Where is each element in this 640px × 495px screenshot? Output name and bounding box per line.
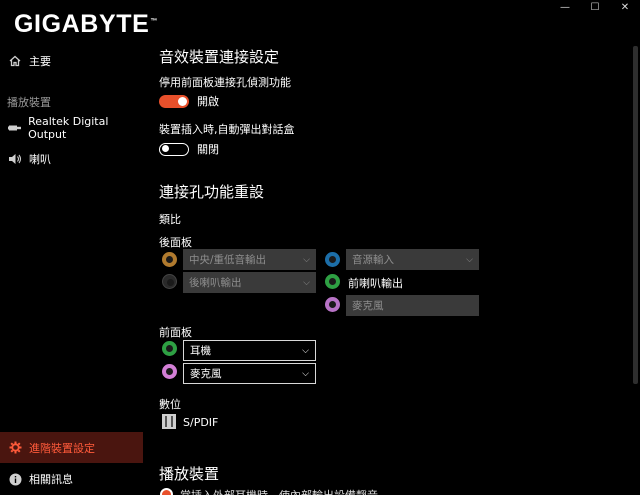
radio-button[interactable] <box>160 488 173 495</box>
sidebar-item-speaker[interactable]: 喇叭 <box>0 147 143 171</box>
sidebar-item-label: 相關訊息 <box>29 473 73 486</box>
rear-blue-dropdown: 音源輸入 ⌵ <box>346 249 479 270</box>
sidebar-item-home[interactable]: 主要 <box>0 49 143 73</box>
gear-icon <box>7 440 23 456</box>
front-green-dropdown[interactable]: 耳機 ⌵ <box>183 340 316 361</box>
digital-output-icon <box>7 120 22 136</box>
chevron-down-icon: ⌵ <box>302 368 309 379</box>
sidebar-item-label: 主要 <box>29 55 51 68</box>
section-title-device-connection: 音效裝置連接設定 <box>159 48 280 66</box>
green-jack-icon <box>325 274 340 289</box>
front-green-jack-icon <box>162 341 177 356</box>
black-jack-icon <box>162 274 177 289</box>
popup-state: 關閉 <box>197 143 219 156</box>
info-icon <box>7 471 23 487</box>
rear-black-dropdown: 後喇叭輸出 ⌵ <box>183 272 316 293</box>
rear-green-label: 前喇叭輸出 <box>348 277 403 290</box>
brand-logo: GIGABYTE™ <box>14 10 158 38</box>
section-title-jack-retasking: 連接孔功能重設 <box>159 183 265 201</box>
front-detect-toggle[interactable] <box>159 94 189 108</box>
speaker-icon <box>7 151 23 167</box>
popup-label: 裝置插入時,自動彈出對話盒 <box>159 123 295 136</box>
sidebar-item-label: 喇叭 <box>29 153 51 166</box>
chevron-down-icon: ⌵ <box>302 345 309 356</box>
front-panel-label: 前面板 <box>159 326 192 339</box>
sidebar-section-playback: 播放裝置 <box>7 96 51 109</box>
playback-option-label: 當插入外部耳機時，使內部輸出設備靜音。 <box>180 487 389 495</box>
orange-jack-icon <box>162 252 177 267</box>
spdif-icon <box>162 414 176 429</box>
sidebar-item-label: 進階裝置設定 <box>29 441 95 455</box>
digital-label: 數位 <box>159 398 181 411</box>
chevron-down-icon: ⌵ <box>303 277 310 288</box>
sidebar-item-advanced[interactable]: 進階裝置設定 <box>0 432 143 463</box>
front-detect-state: 開啟 <box>197 95 219 108</box>
home-icon <box>7 53 23 69</box>
blue-jack-icon <box>325 252 340 267</box>
chevron-down-icon: ⌵ <box>466 254 473 265</box>
rear-pink-dropdown: 麥克風 <box>346 295 479 316</box>
sidebar: GIGABYTE™ 主要 播放裝置 Realtek Digital Output… <box>0 0 157 495</box>
spdif-label: S/PDIF <box>183 416 219 429</box>
chevron-down-icon: ⌵ <box>303 254 310 265</box>
front-detect-toggle-row: 開啟 <box>159 93 219 109</box>
scrollbar-thumb[interactable] <box>633 46 638 384</box>
main-panel: 音效裝置連接設定 停用前面板連接孔偵測功能 開啟 裝置插入時,自動彈出對話盒 關… <box>159 0 629 495</box>
front-pink-dropdown[interactable]: 麥克風 ⌵ <box>183 363 316 384</box>
sidebar-item-about[interactable]: 相關訊息 <box>0 467 143 491</box>
sidebar-item-label: Realtek Digital Output <box>28 115 109 141</box>
rear-panel-label: 後面板 <box>159 236 192 249</box>
analog-label: 類比 <box>159 213 181 226</box>
front-pink-jack-icon <box>162 364 177 379</box>
popup-toggle[interactable] <box>159 142 189 156</box>
sidebar-item-realtek[interactable]: Realtek Digital Output <box>0 115 143 141</box>
popup-toggle-row: 關閉 <box>159 141 219 157</box>
front-detect-label: 停用前面板連接孔偵測功能 <box>159 76 291 89</box>
rear-orange-dropdown: 中央/重低音輸出 ⌵ <box>183 249 316 270</box>
pink-jack-icon <box>325 297 340 312</box>
section-title-playback-device: 播放裝置 <box>159 465 220 483</box>
